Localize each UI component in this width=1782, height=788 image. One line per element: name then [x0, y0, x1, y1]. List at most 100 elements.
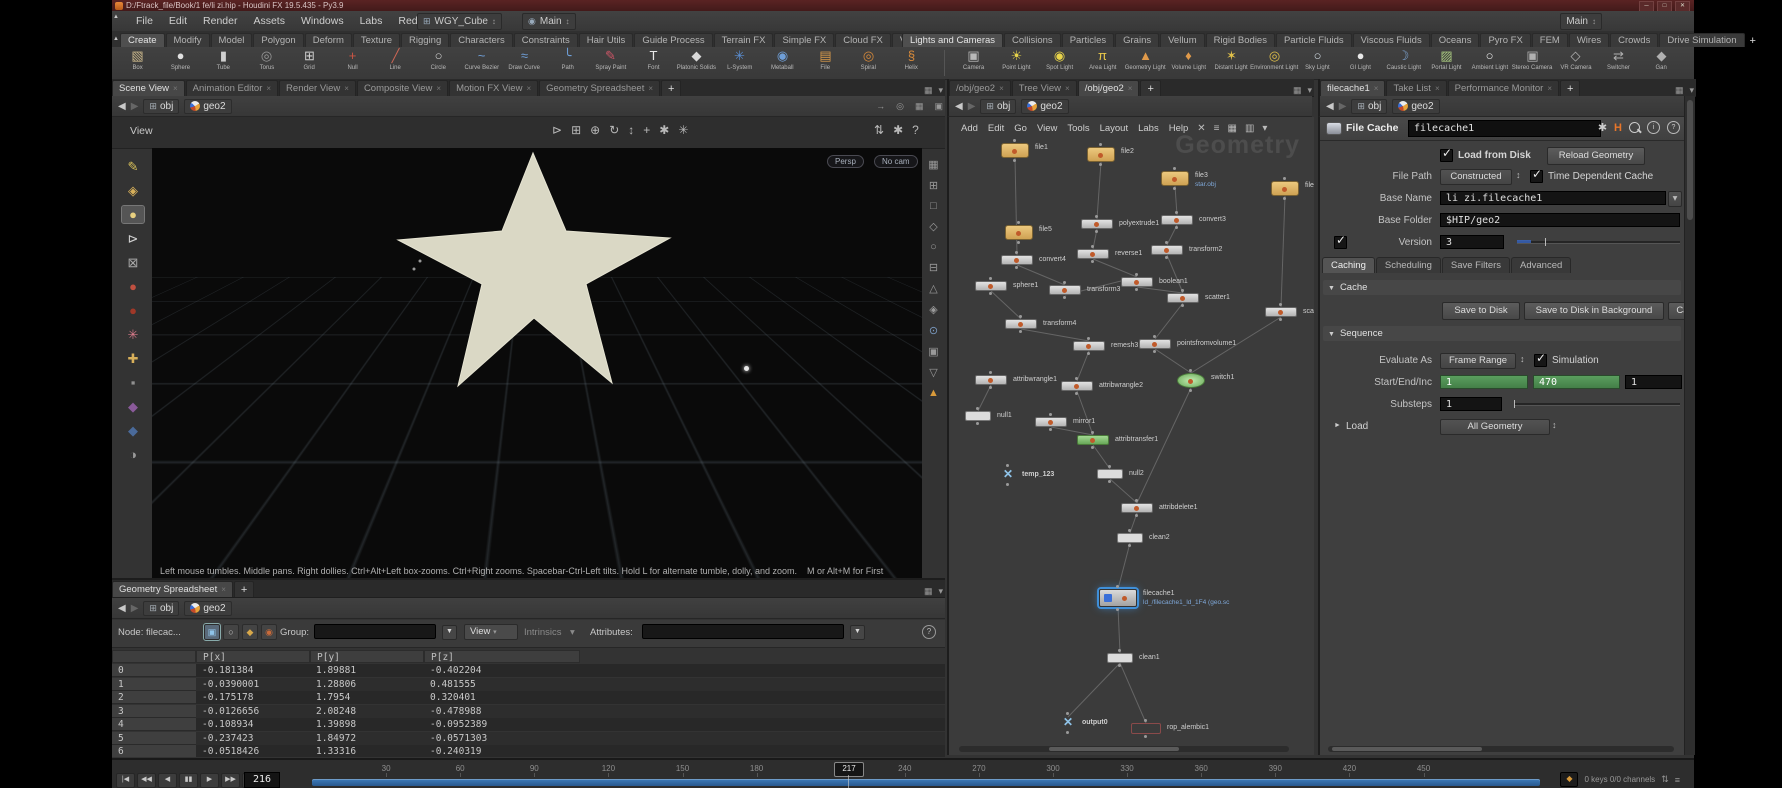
- shelf-tab-polygon[interactable]: Polygon: [253, 33, 303, 47]
- pane-maximize-icon[interactable]: ▾: [1687, 85, 1696, 96]
- close-tab-icon[interactable]: ×: [436, 84, 441, 93]
- forward-button[interactable]: ▶: [131, 101, 139, 112]
- chevron-updown-icon[interactable]: ↕: [1552, 420, 1557, 430]
- back-button[interactable]: ◀: [118, 603, 126, 614]
- node-attribwrangle2[interactable]: attribwrangle2: [1061, 381, 1093, 391]
- node-clean1[interactable]: clean1: [1107, 653, 1133, 663]
- node-pointsfromvolume1[interactable]: pointsfromvolume1: [1139, 339, 1171, 349]
- brush-tool-icon[interactable]: ◈: [122, 182, 144, 199]
- node-attribdelete1[interactable]: attribdelete1: [1121, 503, 1153, 513]
- pin-pane-icon[interactable]: ▣: [932, 101, 945, 112]
- primitives-mode-icon[interactable]: ◆: [242, 624, 258, 640]
- network-tab-obj-geo2[interactable]: /obj/geo2×: [1078, 80, 1140, 96]
- shelf-tab-particle-fluids[interactable]: Particle Fluids: [1276, 33, 1352, 47]
- gem-purple-tool-icon[interactable]: ◆: [122, 398, 144, 415]
- breadcrumb-geo2[interactable]: geo2: [184, 99, 231, 114]
- shelf-scroll-up-icon[interactable]: ▲: [113, 36, 119, 42]
- shelf-tool-curve-bezier[interactable]: ~Curve Bezier: [460, 48, 503, 71]
- scene-tab-animation-editor[interactable]: Animation Editor×: [186, 80, 278, 96]
- node-clean2[interactable]: clean2: [1117, 533, 1143, 543]
- params-vscroll-thumb[interactable]: [1687, 100, 1693, 220]
- intrinsics-dropdown[interactable]: Intrinsics: [524, 627, 561, 638]
- shelf-tool-caustic-light[interactable]: ☽Caustic Light: [1382, 48, 1425, 71]
- pane-maximize-icon[interactable]: ▾: [1305, 85, 1314, 96]
- node-switch1[interactable]: switch1: [1177, 373, 1205, 388]
- node-scatter2[interactable]: scatter2: [1265, 307, 1297, 317]
- shelf-tool-draw-curve[interactable]: ≈Draw Curve: [503, 48, 546, 71]
- close-tab-icon[interactable]: ×: [1547, 84, 1552, 93]
- minus-box-icon[interactable]: ⊟: [929, 261, 938, 274]
- shelf-tab-vellum[interactable]: Vellum: [1160, 33, 1205, 47]
- persp-badge[interactable]: Persp: [827, 155, 864, 168]
- close-tab-icon[interactable]: ×: [221, 585, 226, 594]
- close-tab-icon[interactable]: ×: [1435, 84, 1440, 93]
- search-icon[interactable]: [1629, 122, 1640, 133]
- node-attribwrangle1[interactable]: attribwrangle1: [975, 375, 1007, 385]
- shelf-tool-font[interactable]: TFont: [632, 48, 675, 71]
- new-pane-tab-button[interactable]: +: [661, 80, 681, 96]
- params-vscrollbar[interactable]: [1684, 96, 1695, 755]
- points-mode-icon[interactable]: ▣: [204, 624, 220, 640]
- expand-triangle-icon[interactable]: ►: [1334, 422, 1341, 429]
- shelf-tool-gi-light[interactable]: ●GI Light: [1339, 48, 1382, 71]
- shelf-tool-spray-paint[interactable]: ✎Spray Paint: [589, 48, 632, 71]
- gem-display-icon[interactable]: ◈: [929, 303, 937, 316]
- timeline-range-bar[interactable]: [312, 779, 1540, 786]
- group-input[interactable]: [314, 624, 436, 639]
- node-file5[interactable]: file5: [1005, 225, 1033, 240]
- shelf-tab-hair-utils[interactable]: Hair Utils: [579, 33, 634, 47]
- select-tool-icon[interactable]: ⊳: [552, 123, 562, 137]
- close-tab-icon[interactable]: ×: [999, 84, 1004, 93]
- close-tab-icon[interactable]: ×: [266, 84, 271, 93]
- spreadsheet-help-icon[interactable]: ?: [922, 625, 936, 639]
- breadcrumb-geo2[interactable]: geo2: [1392, 99, 1439, 114]
- load-dropdown[interactable]: All Geometry: [1440, 419, 1550, 435]
- node-convert3[interactable]: convert3: [1161, 215, 1193, 225]
- breadcrumb-obj[interactable]: ⊞obj: [143, 99, 179, 114]
- network-hscrollbar[interactable]: [959, 746, 1289, 752]
- folder-tab-save-filters[interactable]: Save Filters: [1442, 257, 1510, 273]
- sequence-section-header[interactable]: ▼Sequence: [1323, 326, 1681, 341]
- spreadsheet-tab-geometry-spreadsheet[interactable]: Geometry Spreadsheet×: [112, 581, 233, 597]
- node-attribtransfer1[interactable]: attribtransfer1: [1077, 435, 1109, 445]
- shelf-tab-create[interactable]: Create: [120, 33, 165, 47]
- network-tab-tree-view[interactable]: Tree View×: [1012, 80, 1077, 96]
- shelf-tool-geometry-light[interactable]: ▲Geometry Light: [1124, 48, 1167, 71]
- shelf-tab-model[interactable]: Model: [211, 33, 253, 47]
- pane-menu-icon[interactable]: ▦: [922, 85, 935, 96]
- shelf-tool-portal-light[interactable]: ▨Portal Light: [1425, 48, 1468, 71]
- shelf-tool-vr-camera[interactable]: ◇VR Camera: [1554, 48, 1597, 71]
- simulation-checkbox[interactable]: [1534, 354, 1547, 367]
- shelf-tab-collisions[interactable]: Collisions: [1004, 33, 1061, 47]
- view-dropdown[interactable]: View ▾: [464, 624, 518, 640]
- shelf-tab-constraints[interactable]: Constraints: [514, 33, 578, 47]
- triangle-up-icon[interactable]: △: [929, 282, 937, 295]
- base-folder-field[interactable]: $HIP/geo2: [1440, 213, 1680, 227]
- shelf-tab-particles[interactable]: Particles: [1062, 33, 1114, 47]
- shelf-tab-rigging[interactable]: Rigging: [401, 33, 449, 47]
- node-boolean1[interactable]: boolean1: [1121, 277, 1153, 287]
- range-end-field[interactable]: 470: [1533, 375, 1620, 389]
- node-mirror1[interactable]: mirror1: [1035, 417, 1067, 427]
- menu-assets[interactable]: Assets: [245, 15, 293, 27]
- scene-tab-composite-view[interactable]: Composite View×: [357, 80, 448, 96]
- breadcrumb-obj[interactable]: ⊞obj: [1351, 99, 1387, 114]
- reload-geometry-button[interactable]: Reload Geometry: [1547, 147, 1645, 165]
- shelf-tool-tube[interactable]: ▮Tube: [202, 48, 245, 71]
- shelf-scroll-up-icon[interactable]: ▲: [113, 14, 119, 20]
- menu-windows[interactable]: Windows: [293, 15, 352, 27]
- network-tab-obj-geo2[interactable]: /obj/geo2×: [949, 80, 1011, 96]
- close-tab-icon[interactable]: ×: [648, 84, 653, 93]
- table-row[interactable]: 6-0.05184261.33316-0.240319: [112, 745, 945, 757]
- pane-menu-icon[interactable]: ▦: [1291, 85, 1304, 96]
- node-filecache1[interactable]: filecache1ld_/filecache1_ld_1F4 (geo.sc: [1099, 589, 1137, 607]
- params-tab-take-list[interactable]: Take List×: [1386, 80, 1446, 96]
- red-sphere-tool-icon[interactable]: ●: [122, 278, 144, 295]
- shelf-tab-simple-fx[interactable]: Simple FX: [774, 33, 834, 47]
- paint-tool-icon[interactable]: ✳: [122, 326, 144, 343]
- shelf-tab-cloud-fx[interactable]: Cloud FX: [835, 33, 891, 47]
- close-tab-icon[interactable]: ×: [1065, 84, 1070, 93]
- node-output0[interactable]: ✕output0: [1061, 717, 1075, 729]
- chevron-updown-icon[interactable]: ↕: [1520, 354, 1525, 364]
- node-rop-alembic1[interactable]: rop_alembic1: [1131, 723, 1161, 734]
